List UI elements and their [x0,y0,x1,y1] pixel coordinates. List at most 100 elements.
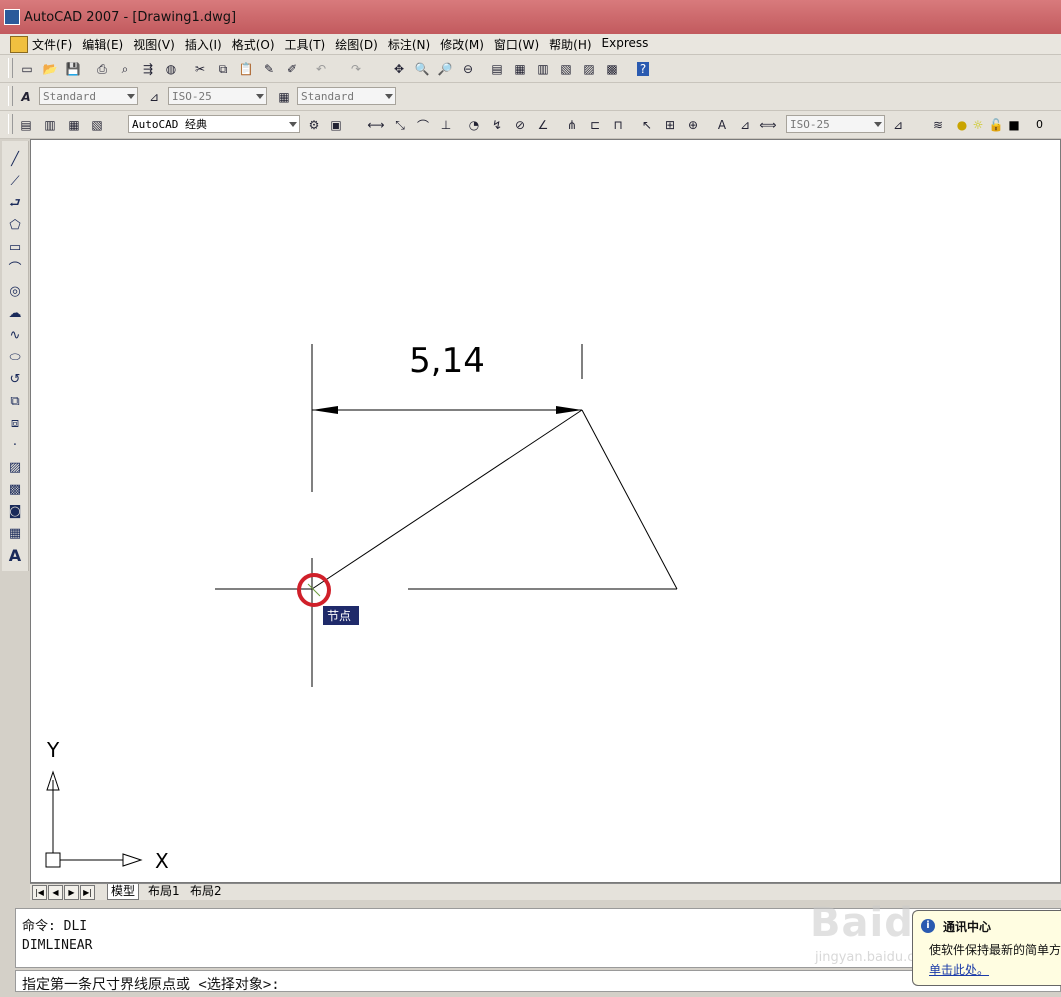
table-style-icon[interactable]: ▦ [274,87,294,107]
menu-modify[interactable]: 修改(M) [440,36,484,53]
balloon-link[interactable]: 单击此处。 [929,961,989,978]
print-icon[interactable]: ⎙ [92,59,112,79]
markup-icon[interactable]: ▨ [579,59,599,79]
menu-window[interactable]: 窗口(W) [494,36,539,53]
tool-palettes-icon[interactable]: ▥ [533,59,553,79]
table-style-select[interactable]: Standard [297,87,396,105]
tab-layout1[interactable]: 布局1 [145,884,183,899]
angular-dim-icon[interactable]: ∠ [533,115,553,135]
prev-tab-icon[interactable]: ◀ [48,885,63,900]
polyline-icon[interactable]: ⮐ [6,195,24,213]
radius-dim-icon[interactable]: ◔ [464,115,484,135]
next-tab-icon[interactable]: ▶ [64,885,79,900]
aligned-dim-icon[interactable]: ⤡ [390,115,410,135]
save-icon[interactable]: 💾 [63,59,83,79]
dim-update-icon[interactable]: ⟺ [758,115,778,135]
workspace-save-icon[interactable]: ▥ [40,115,60,135]
ordinate-dim-icon[interactable]: ⊥ [436,115,456,135]
workspace-lock-icon[interactable]: ▣ [326,115,346,135]
layer-freeze-icon[interactable]: ☼ [968,115,988,135]
make-block-icon[interactable]: ⧈ [6,415,24,433]
menu-format[interactable]: 格式(O) [232,36,275,53]
quick-dim-icon[interactable]: ⋔ [562,115,582,135]
menu-help[interactable]: 帮助(H) [549,36,591,53]
rectangle-icon[interactable]: ▭ [6,239,24,257]
menu-view[interactable]: 视图(V) [133,36,175,53]
undo-icon[interactable]: ↶ [311,59,331,79]
gradient-icon[interactable]: ▩ [6,481,24,499]
table-icon[interactable]: ▦ [6,525,24,543]
layer-manager-icon[interactable]: ≋ [928,115,948,135]
arc-icon[interactable]: ⌒ [6,261,24,279]
layer-color-icon[interactable]: ■ [1004,115,1024,135]
linear-dim-icon[interactable]: ⟷ [366,115,386,135]
layer-lock-icon[interactable]: 🔓 [986,115,1006,135]
block-editor-icon[interactable]: ✐ [282,59,302,79]
dim-style-select[interactable]: ISO-25 [168,87,267,105]
command-prompt[interactable]: 指定第一条尺寸界线原点或 <选择对象>: [15,970,1061,993]
menu-edit[interactable]: 编辑(E) [82,36,123,53]
region-icon[interactable]: ◙ [6,503,24,521]
toolbar-grip[interactable] [8,86,13,106]
document-menu-icon[interactable] [10,36,28,53]
dim-text-edit-icon[interactable]: ⊿ [735,115,755,135]
tab-layout2[interactable]: 布局2 [187,884,225,899]
match-properties-icon[interactable]: ✎ [259,59,279,79]
ellipse-arc-icon[interactable]: ↺ [6,371,24,389]
baseline-dim-icon[interactable]: ⊏ [585,115,605,135]
design-center-icon[interactable]: ▦ [510,59,530,79]
menu-insert[interactable]: 插入(I) [185,36,222,53]
menu-dimension[interactable]: 标注(N) [388,36,430,53]
construction-line-icon[interactable]: ⟋ [6,173,24,191]
drawing-canvas[interactable]: 5,14 节点 Y X [30,139,1061,883]
menu-file[interactable]: 文件(F) [32,36,72,53]
polygon-icon[interactable]: ⬠ [6,217,24,235]
calculator-icon[interactable]: ▩ [602,59,622,79]
dim-style-icon[interactable]: ⊿ [144,87,164,107]
dimension-text[interactable]: 5,14 [409,341,485,381]
circle-icon[interactable]: ◎ [6,283,24,301]
menu-express[interactable]: Express [602,36,649,53]
autocad-app-icon[interactable] [4,9,20,25]
triangle-side-ab[interactable] [311,409,583,590]
help-icon[interactable]: ? [633,59,653,79]
continue-dim-icon[interactable]: ⊓ [608,115,628,135]
sheet-set-icon[interactable]: ▧ [556,59,576,79]
text-style-select[interactable]: Standard [39,87,138,105]
publish-web-icon[interactable]: ◍ [161,59,181,79]
new-file-icon[interactable]: ▭ [17,59,37,79]
menu-draw[interactable]: 绘图(D) [335,36,378,53]
cut-icon[interactable]: ✂ [190,59,210,79]
hatch-icon[interactable]: ▨ [6,459,24,477]
layer-name[interactable]: 0 [1036,118,1043,131]
toolbar-grip[interactable] [8,58,13,78]
multiline-text-icon[interactable]: A [6,547,24,565]
dim-edit-icon[interactable]: A [712,115,732,135]
spline-icon[interactable]: ∿ [6,327,24,345]
paste-icon[interactable]: 📋 [236,59,256,79]
arc-length-icon[interactable]: ⌒ [413,115,433,135]
dim-style-select-2[interactable]: ISO-25 [786,115,885,133]
pan-realtime-icon[interactable]: ✥ [389,59,409,79]
insert-block-icon[interactable]: ⧉ [6,393,24,411]
dim-style-manager-icon[interactable]: ⊿ [888,115,908,135]
jogged-dim-icon[interactable]: ↯ [487,115,507,135]
center-mark-icon[interactable]: ⊕ [683,115,703,135]
triangle-side-bc[interactable] [581,409,678,590]
workspace-icon-3[interactable]: ▦ [64,115,84,135]
zoom-previous-icon[interactable]: ⊖ [458,59,478,79]
tolerance-icon[interactable]: ⊞ [660,115,680,135]
redo-icon[interactable]: ↷ [346,59,366,79]
open-file-icon[interactable]: 📂 [40,59,60,79]
diameter-dim-icon[interactable]: ⊘ [510,115,530,135]
quick-leader-icon[interactable]: ↖ [637,115,657,135]
print-preview-icon[interactable]: ⌕ [115,59,135,79]
tab-model[interactable]: 模型 [107,884,140,900]
text-style-icon[interactable]: A [16,87,36,107]
zoom-realtime-icon[interactable]: 🔍 [412,59,432,79]
ellipse-icon[interactable]: ⬭ [6,349,24,367]
workspace-settings-icon[interactable]: ▤ [16,115,36,135]
zoom-window-icon[interactable]: 🔎 [435,59,455,79]
workspace-icon-4[interactable]: ▧ [87,115,107,135]
workspace-gear-icon[interactable]: ⚙ [304,115,324,135]
